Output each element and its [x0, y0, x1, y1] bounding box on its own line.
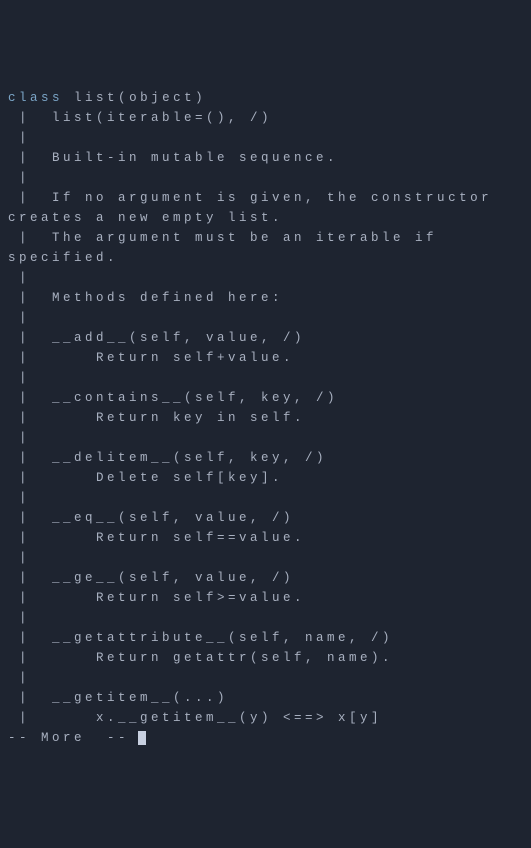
- terminal-output: class list(object) | list(iterable=(), /…: [8, 88, 523, 748]
- help-line: | Return key in self.: [8, 411, 305, 425]
- help-line: | __delitem__(self, key, /): [8, 451, 327, 465]
- help-line: | __add__(self, value, /): [8, 331, 305, 345]
- help-line: |: [8, 311, 30, 325]
- help-line: | __contains__(self, key, /): [8, 391, 338, 405]
- help-line: | __eq__(self, value, /): [8, 511, 294, 525]
- help-line: | x.__getitem__(y) <==> x[y]: [8, 711, 382, 725]
- cursor-icon: [138, 731, 146, 745]
- help-line: | If no argument is given, the construct…: [8, 191, 503, 225]
- help-line: | Return self==value.: [8, 531, 305, 545]
- help-line: | The argument must be an iterable if sp…: [8, 231, 448, 265]
- help-line: |: [8, 551, 30, 565]
- help-line: | Built-in mutable sequence.: [8, 151, 338, 165]
- class-keyword: class: [8, 91, 63, 105]
- more-prompt[interactable]: -- More --: [8, 731, 140, 745]
- help-line: | Return getattr(self, name).: [8, 651, 393, 665]
- help-line: |: [8, 431, 30, 445]
- help-line: | __ge__(self, value, /): [8, 571, 294, 585]
- help-line: | list(iterable=(), /): [8, 111, 272, 125]
- help-line: |: [8, 491, 30, 505]
- help-line: | Delete self[key].: [8, 471, 283, 485]
- help-line: | __getattribute__(self, name, /): [8, 631, 393, 645]
- help-line: |: [8, 611, 30, 625]
- base-class: object: [129, 91, 195, 105]
- class-name: list: [74, 91, 118, 105]
- help-line: |: [8, 171, 30, 185]
- help-line: |: [8, 131, 30, 145]
- help-line: | __getitem__(...): [8, 691, 228, 705]
- help-line: | Return self+value.: [8, 351, 294, 365]
- help-line: | Methods defined here:: [8, 291, 283, 305]
- help-line: |: [8, 271, 30, 285]
- help-line: | Return self>=value.: [8, 591, 305, 605]
- help-line: |: [8, 371, 30, 385]
- help-line: |: [8, 671, 30, 685]
